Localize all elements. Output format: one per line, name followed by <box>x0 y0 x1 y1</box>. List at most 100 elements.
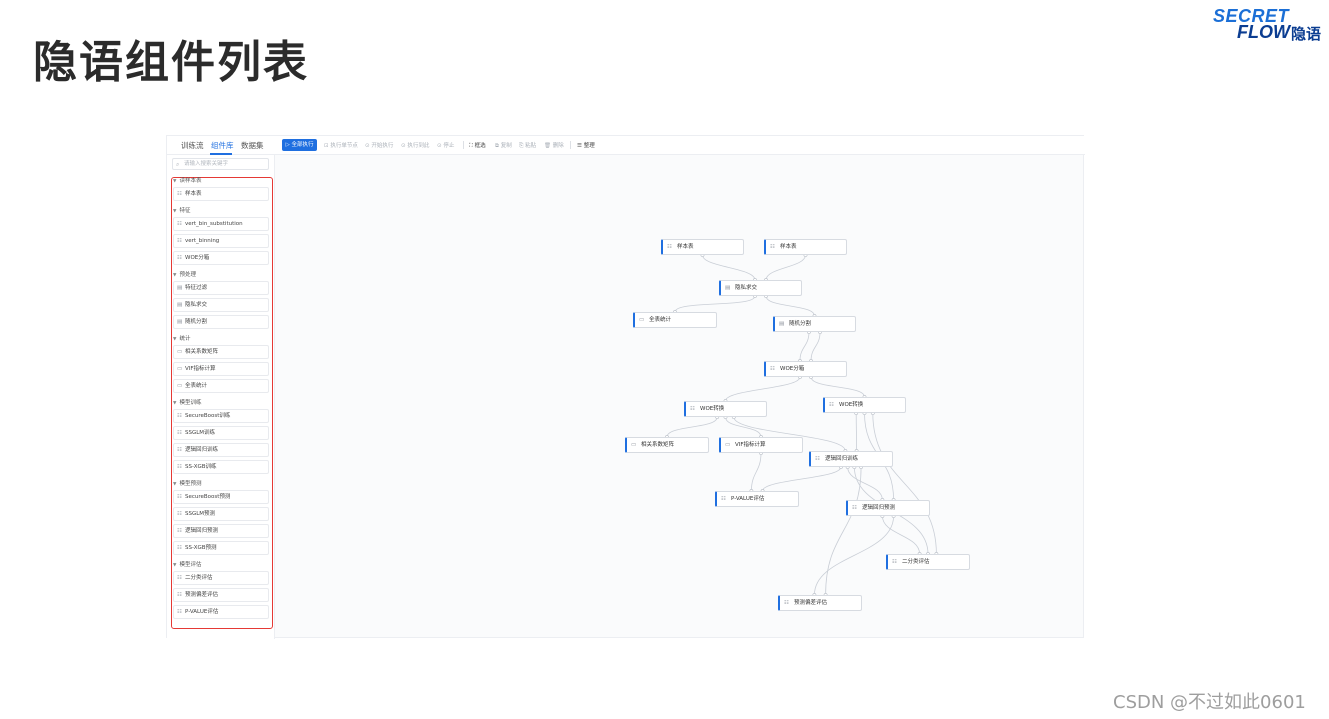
graph-node[interactable]: ☷ P-VALUE评估 <box>715 491 799 507</box>
graph-edge <box>674 295 756 313</box>
component-icon: ☷ <box>852 505 857 511</box>
graph-node[interactable]: ☷ 逻辑回归训练 <box>809 451 893 467</box>
component-item[interactable]: ☷ SSGLM训练 <box>173 426 269 440</box>
category-header[interactable]: ▼ 读样本表 <box>173 176 201 184</box>
graph-edge <box>725 416 762 438</box>
search-input[interactable]: ⌕ 请输入搜索关键字 <box>172 158 269 170</box>
graph-node[interactable]: ▤ 随机分割 <box>773 316 856 332</box>
paste-button[interactable]: ⎘ 粘贴 <box>519 141 536 150</box>
component-item[interactable]: ▤ 隐私求交 <box>173 298 269 312</box>
table-icon: ☷ <box>770 244 775 250</box>
category-header[interactable]: ▼ 模型预测 <box>173 479 201 487</box>
table-icon: ☷ <box>177 191 182 197</box>
component-icon: ☷ <box>177 255 182 261</box>
arrange-button[interactable]: ☰ 整理 <box>577 141 595 149</box>
graph-node[interactable]: ☷ 二分类评估 <box>886 554 970 570</box>
caret-down-icon: ▼ <box>173 179 177 184</box>
graph-edge <box>810 376 865 398</box>
run-single-button[interactable]: ⊡ 执行单节点 <box>324 141 358 149</box>
component-icon: ☷ <box>829 402 834 408</box>
component-icon: ▭ <box>177 349 183 355</box>
component-icon: ▤ <box>177 319 183 325</box>
component-item[interactable]: ▭ 相关系数矩阵 <box>173 345 269 359</box>
search-icon: ⌕ <box>176 161 180 168</box>
graph-edge <box>825 466 862 596</box>
component-item[interactable]: ☷ vert_bin_substitution <box>173 217 269 231</box>
select-button[interactable]: ⛶ 框选 <box>469 141 486 150</box>
graph-node[interactable]: ☷ 样本表 <box>764 239 847 255</box>
tab-training-flow[interactable]: 训练流 <box>181 140 204 151</box>
component-icon: ☷ <box>177 511 182 517</box>
component-icon: ☷ <box>721 496 726 502</box>
delete-button[interactable]: 🗑 删除 <box>544 141 564 149</box>
run-from-icon: ⊙ <box>365 143 370 149</box>
slide-title: 隐语组件列表 <box>33 37 309 88</box>
graph-edge <box>666 416 718 438</box>
component-item[interactable]: ☷ WOE分箱 <box>173 251 269 265</box>
play-icon: ▷ <box>285 142 290 148</box>
select-icon: ⛶ <box>469 143 473 149</box>
category-header[interactable]: ▼ 统计 <box>173 334 190 342</box>
graph-node[interactable]: ▭ 相关系数矩阵 <box>625 437 709 453</box>
component-icon: ☷ <box>177 592 182 598</box>
component-item[interactable]: ▤ 随机分割 <box>173 315 269 329</box>
component-item[interactable]: ☷ SS-XGB预测 <box>173 541 269 555</box>
flow-canvas[interactable]: ☷ 样本表 ☷ 样本表 ▤ 隐私求交 ▭ 全表统计 ▤ 随机分割 ☷ WOE分箱 ☷ WOE转… <box>275 155 1085 639</box>
graph-node[interactable]: ▭ VIF指标计算 <box>719 437 803 453</box>
graph-edge <box>882 515 920 555</box>
graph-edge <box>765 295 815 317</box>
component-icon: ▭ <box>631 442 637 448</box>
component-item[interactable]: ▭ 全表统计 <box>173 379 269 393</box>
component-item[interactable]: ☷ SecureBoost预测 <box>173 490 269 504</box>
graph-node[interactable]: ☷ 逻辑回归预测 <box>846 500 930 516</box>
paste-icon: ⎘ <box>519 143 524 149</box>
component-item[interactable]: ☷ SS-XGB训练 <box>173 460 269 474</box>
graph-node[interactable]: ☷ WOE转换 <box>684 401 767 417</box>
table-icon: ☷ <box>667 244 672 250</box>
component-icon: ▤ <box>779 321 785 327</box>
component-item[interactable]: ☷ vert_binning <box>173 234 269 248</box>
graph-node[interactable]: ▭ 全表统计 <box>633 312 717 328</box>
component-icon: ▭ <box>725 442 731 448</box>
component-icon: ☷ <box>177 447 182 453</box>
category-header[interactable]: ▼ 特征 <box>173 206 190 214</box>
caret-down-icon: ▼ <box>173 401 177 406</box>
component-item[interactable]: ☷ 逻辑回归预测 <box>173 524 269 538</box>
component-item[interactable]: ☷ 逻辑回归训练 <box>173 443 269 457</box>
component-item[interactable]: ☷ P-VALUE评估 <box>173 605 269 619</box>
component-item[interactable]: ☷ 预测偏差评估 <box>173 588 269 602</box>
component-item[interactable]: ▭ VIF指标计算 <box>173 362 269 376</box>
run-all-button[interactable]: ▷ 全部执行 <box>282 139 317 151</box>
graph-node[interactable]: ▤ 隐私求交 <box>719 280 802 296</box>
graph-node[interactable]: ☷ WOE分箱 <box>764 361 847 377</box>
graph-node[interactable]: ☷ 预测偏差评估 <box>778 595 862 611</box>
graph-node[interactable]: ☷ 样本表 <box>661 239 744 255</box>
component-icon: ▤ <box>725 285 731 291</box>
caret-down-icon: ▼ <box>173 337 177 342</box>
component-icon: ☷ <box>177 528 182 534</box>
component-icon: ☷ <box>177 545 182 551</box>
run-single-icon: ⊡ <box>324 143 329 149</box>
component-icon: ☷ <box>815 456 820 462</box>
component-item[interactable]: ☷ 样本表 <box>173 187 269 201</box>
graph-edge <box>762 466 842 492</box>
tab-component-library[interactable]: 组件库 <box>211 140 234 151</box>
category-header[interactable]: ▼ 预处理 <box>173 270 196 278</box>
graph-edge <box>872 412 937 555</box>
tab-datasets[interactable]: 数据集 <box>241 140 264 151</box>
run-from-button[interactable]: ⊙ 开始执行 <box>365 141 393 149</box>
stop-button[interactable]: ⊙ 停止 <box>437 141 454 149</box>
graph-node[interactable]: ☷ WOE转换 <box>823 397 906 413</box>
graph-edge <box>799 331 810 362</box>
category-header[interactable]: ▼ 模型训练 <box>173 398 201 406</box>
component-item[interactable]: ☷ SSGLM预测 <box>173 507 269 521</box>
component-item[interactable]: ☷ SecureBoost训练 <box>173 409 269 423</box>
component-item[interactable]: ☷ 二分类评估 <box>173 571 269 585</box>
app-header: 训练流 组件库 数据集 ▷ 全部执行 ⊡ 执行单节点 ⊙ 开始执行 ⊙ 执行到此… <box>167 136 1085 155</box>
category-header[interactable]: ▼ 模型评估 <box>173 560 201 568</box>
copy-button[interactable]: ⧉ 复制 <box>495 141 512 150</box>
component-icon: ☷ <box>892 559 897 565</box>
run-to-button[interactable]: ⊙ 执行到此 <box>401 141 429 149</box>
component-item[interactable]: ▤ 特征过滤 <box>173 281 269 295</box>
caret-down-icon: ▼ <box>173 482 177 487</box>
